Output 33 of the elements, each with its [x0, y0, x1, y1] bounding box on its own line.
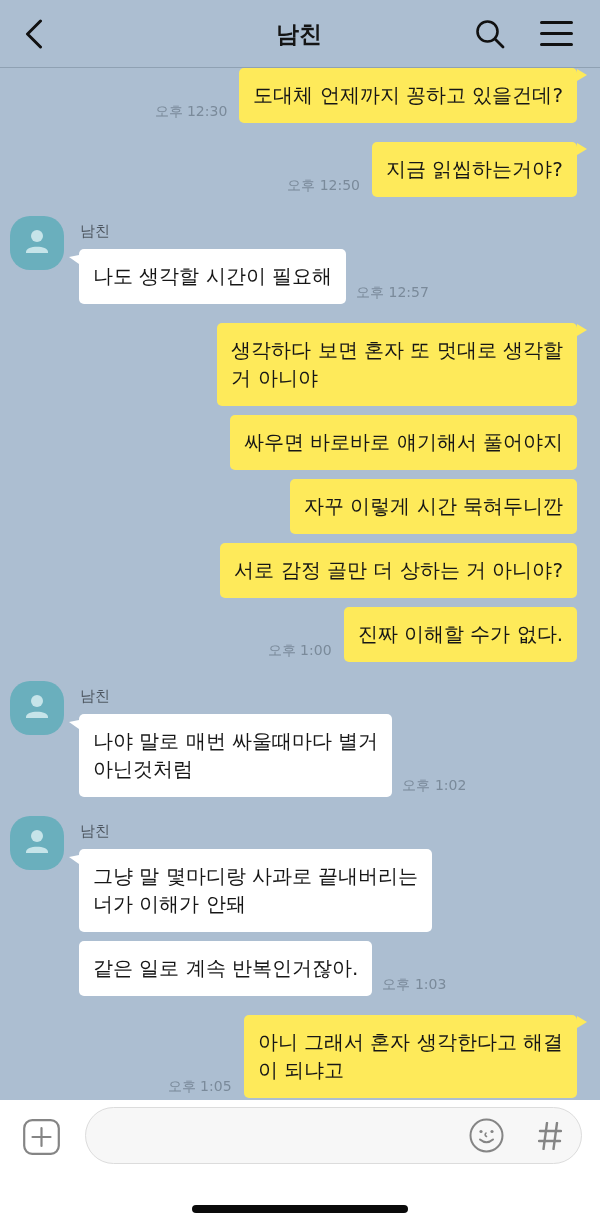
message-bubble: 자꾸 이렇게 시간 묵혀두니깐	[289, 479, 577, 534]
message-bubble: 그냥 말 몇마디랑 사과로 끝내버리는 너가 이해가 안돼	[79, 849, 433, 932]
menu-icon[interactable]	[540, 21, 573, 46]
message-bubble: 아니 그래서 혼자 생각한다고 해결 이 되냐고	[243, 1015, 577, 1098]
emoji-icon[interactable]	[469, 1118, 504, 1153]
message-bubble: 생각하다 보면 혼자 또 멋대로 생각할 거 아니야	[217, 323, 577, 406]
avatar-icon[interactable]	[10, 216, 64, 270]
sender-name: 남친	[80, 686, 110, 706]
bubble-tail-icon	[69, 255, 79, 264]
message-bubble: 같은 일로 계속 반복인거잖아.	[79, 941, 373, 996]
plus-icon[interactable]	[23, 1119, 60, 1155]
message-bubble: 서로 감정 골만 더 상하는 거 아니야?	[220, 543, 577, 598]
sender-name: 남친	[80, 821, 110, 841]
bubble-tail-icon	[69, 855, 79, 864]
message-bubble: 나도 생각할 시간이 필요해	[79, 249, 347, 304]
avatar-icon[interactable]	[10, 816, 64, 870]
message-bubble: 싸우면 바로바로 얘기해서 풀어야지	[229, 415, 577, 470]
avatar-icon[interactable]	[10, 681, 64, 735]
sender-name: 남친	[80, 221, 110, 241]
chat-title: 남친	[276, 19, 322, 49]
bubble-tail-icon	[577, 69, 587, 81]
back-icon[interactable]	[25, 18, 43, 49]
message-bubble: 나야 말로 매번 싸울때마다 별거 아닌것처럼	[79, 714, 393, 797]
bubble-tail-icon	[577, 143, 587, 155]
search-icon[interactable]	[475, 18, 505, 49]
bubble-tail-icon	[69, 720, 79, 729]
message-bubble: 진짜 이해할 수가 없다.	[343, 607, 577, 662]
message-bubble: 지금 읽씹하는거야?	[372, 142, 577, 197]
message-bubble: 도대체 언제까지 꽁하고 있을건데?	[239, 68, 577, 123]
bubble-tail-icon	[577, 1016, 587, 1028]
bubble-tail-icon	[577, 324, 587, 336]
hashtag-icon[interactable]	[538, 1121, 562, 1150]
message-input-field[interactable]	[85, 1107, 582, 1164]
